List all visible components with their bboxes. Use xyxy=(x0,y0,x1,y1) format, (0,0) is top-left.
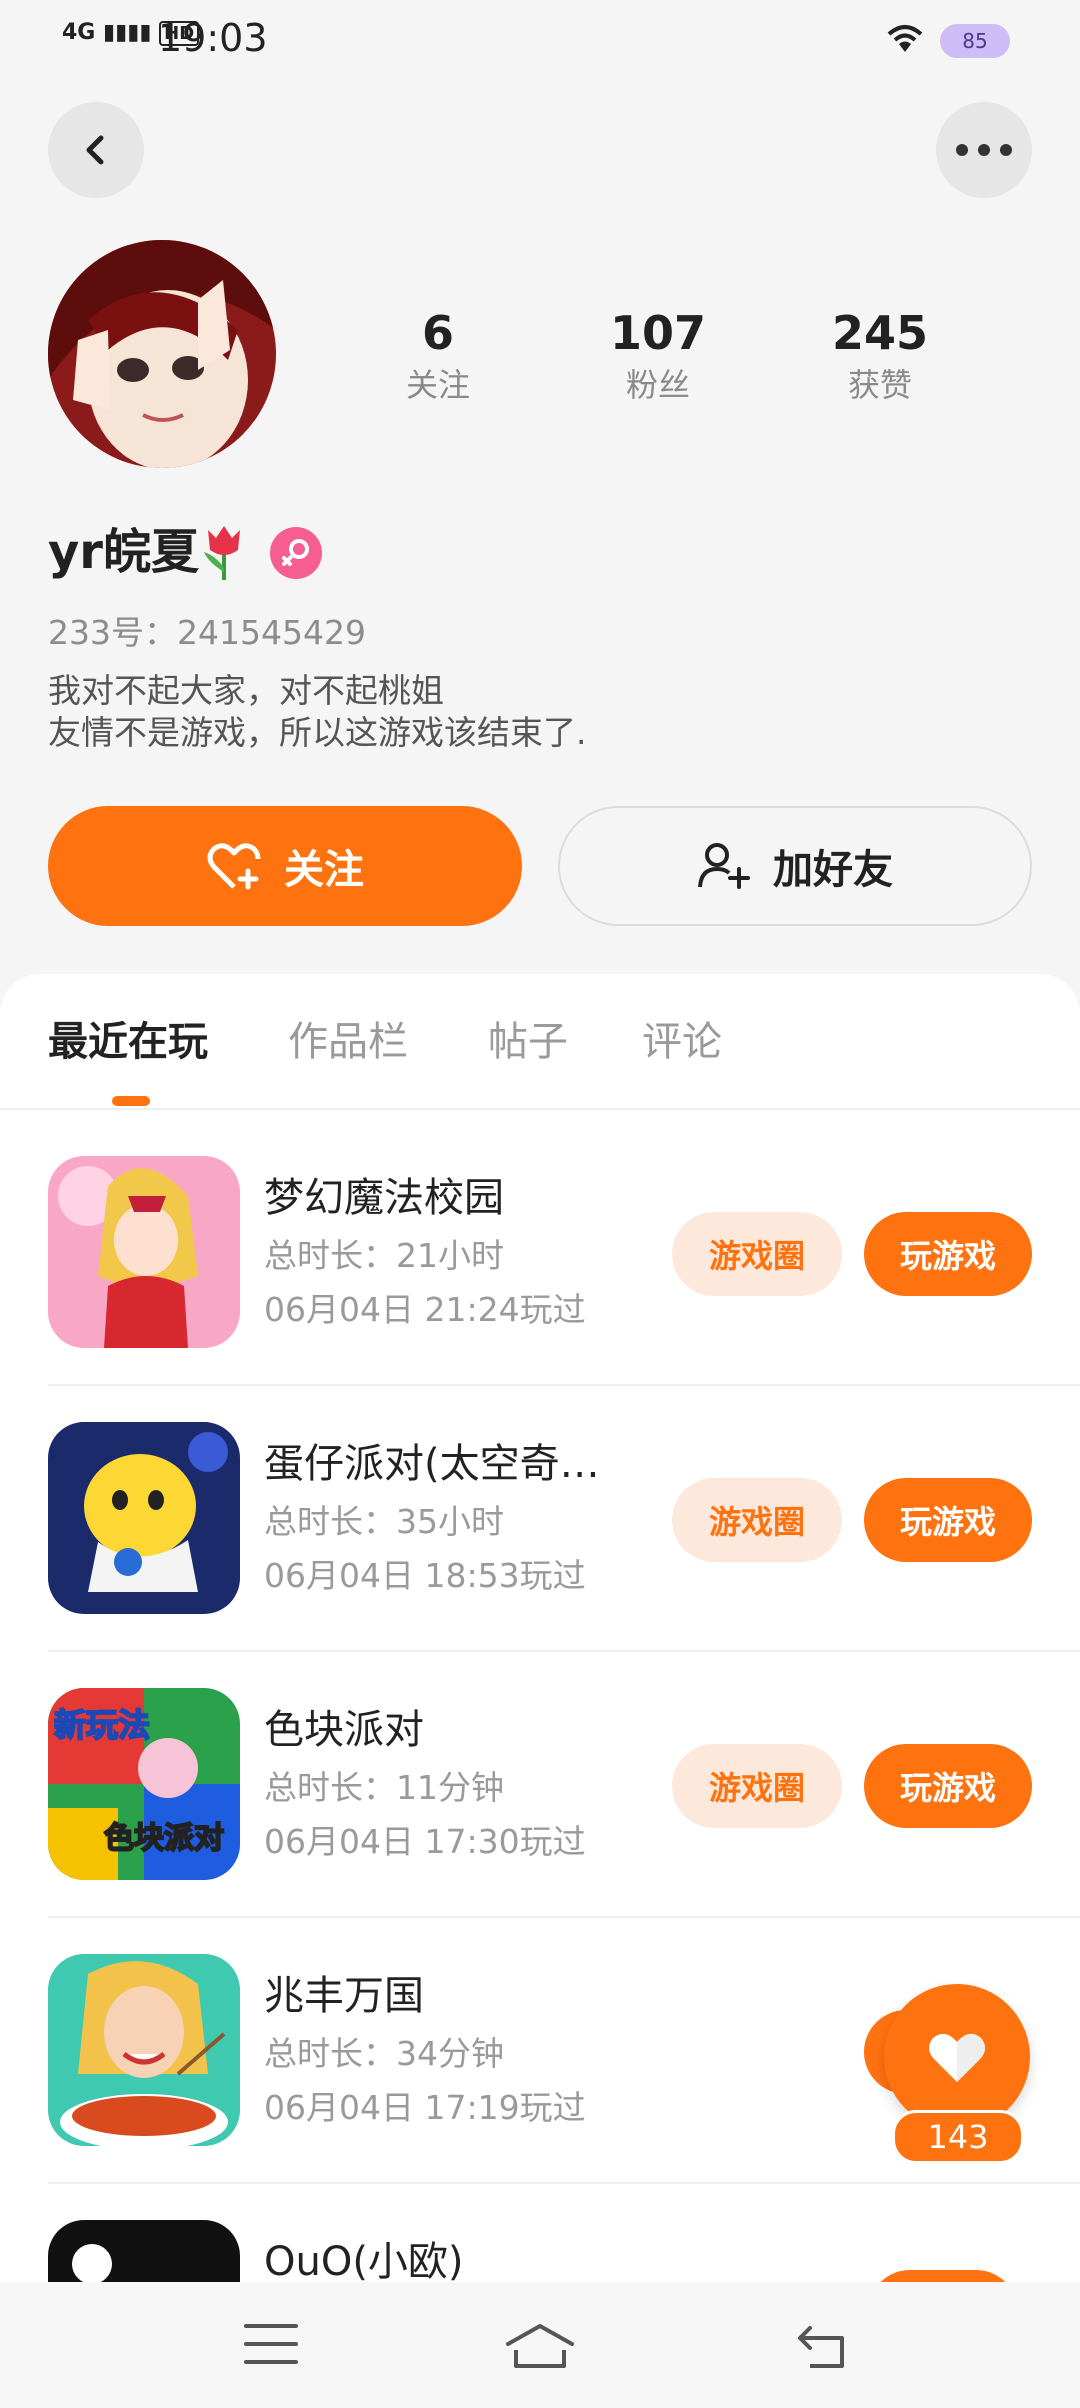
game-name: OuO(小欧) xyxy=(264,2239,464,2282)
last-played: 06月04日 18:53玩过 xyxy=(264,1556,586,1595)
battery-indicator: 85 xyxy=(940,24,1010,58)
home-icon[interactable] xyxy=(504,2322,576,2374)
tab-posts[interactable]: 帖子 xyxy=(488,1014,568,1070)
like-button[interactable] xyxy=(884,1984,1030,2130)
back-button[interactable] xyxy=(48,102,144,198)
add-friend-label: 加好友 xyxy=(773,847,893,893)
list-item[interactable]: OuO(小欧) xyxy=(48,2220,1032,2282)
back-nav-icon[interactable] xyxy=(796,2322,852,2374)
follow-label: 关注 xyxy=(284,847,364,893)
status-bar: 4G ▮▮▮▮ HD 19:03 85 xyxy=(0,0,1080,80)
wifi-icon xyxy=(885,22,925,58)
add-user-icon xyxy=(697,841,751,891)
play-game-button[interactable]: 玩游戏 xyxy=(864,1744,1032,1828)
stat-value: 245 xyxy=(831,306,929,360)
heart-icon xyxy=(929,2033,985,2082)
signal-icon: ▮▮▮▮ xyxy=(103,20,152,45)
more-icon xyxy=(956,144,1012,156)
divider xyxy=(48,1916,1080,1918)
game-icon: 新玩法 色块派对 xyxy=(48,1688,240,1880)
game-duration: 总时长：34分钟 xyxy=(264,2032,504,2076)
like-count: 143 xyxy=(892,2110,1024,2164)
last-played: 06月04日 21:24玩过 xyxy=(264,1290,586,1329)
duration-value: 11分钟 xyxy=(396,1768,504,1807)
stat-label: 粉丝 xyxy=(625,366,690,404)
user-id-value: 241545429 xyxy=(177,613,366,652)
stat-label: 获赞 xyxy=(847,366,912,404)
game-duration: 总时长：35小时 xyxy=(264,1500,504,1544)
avatar[interactable] xyxy=(48,240,276,468)
follow-button[interactable]: 关注 xyxy=(48,806,522,926)
more-options-button[interactable] xyxy=(936,102,1032,198)
game-name: 梦幻魔法校园 xyxy=(264,1175,504,1221)
bio: 我对不起大家，对不起桃姐 友情不是游戏，所以这游戏该结束了. xyxy=(48,670,587,754)
game-name: 色块派对 xyxy=(264,1707,424,1753)
tab-works[interactable]: 作品栏 xyxy=(288,1014,408,1070)
game-duration: 总时长：11分钟 xyxy=(264,1766,504,1810)
stat-followers[interactable]: 107 粉丝 xyxy=(568,305,748,407)
clock: 19:03 xyxy=(158,16,268,60)
icon-text-bottom: 色块派对 xyxy=(104,1821,224,1856)
duration-value: 21小时 xyxy=(396,1236,504,1275)
duration-value: 34分钟 xyxy=(396,2034,504,2073)
tab-indicator xyxy=(112,1096,150,1106)
last-played: 06月04日 17:30玩过 xyxy=(264,1822,586,1861)
stat-value: 107 xyxy=(609,306,707,360)
icon-text-top: 新玩法 xyxy=(54,1706,150,1744)
divider xyxy=(48,1384,1080,1386)
stat-following[interactable]: 6 关注 xyxy=(348,305,528,407)
game-circle-button[interactable]: 游戏圈 xyxy=(672,1478,842,1562)
last-played: 06月04日 17:19玩过 xyxy=(264,2088,586,2127)
game-circle-button[interactable]: 游戏圈 xyxy=(672,1744,842,1828)
game-icon xyxy=(48,2220,240,2282)
user-id: 233号：241545429 xyxy=(48,606,366,654)
add-friend-button[interactable]: 加好友 xyxy=(558,806,1032,926)
play-game-button[interactable]: 玩游戏 xyxy=(864,1212,1032,1296)
game-icon xyxy=(48,1156,240,1348)
stat-likes[interactable]: 245 获赞 xyxy=(790,305,970,407)
list-item[interactable]: 蛋仔派对(太空奇… 总时长：35小时 06月04日 18:53玩过 游戏圈 玩游… xyxy=(48,1422,1032,1686)
heart-plus-icon xyxy=(206,841,262,891)
duration-label: 总时长： xyxy=(264,1236,396,1275)
duration-value: 35小时 xyxy=(396,1502,504,1541)
duration-label: 总时长： xyxy=(264,1502,396,1541)
list-item[interactable]: 梦幻魔法校园 总时长：21小时 06月04日 21:24玩过 游戏圈 玩游戏 xyxy=(48,1156,1032,1420)
duration-label: 总时长： xyxy=(264,1768,396,1807)
tulip-emoji-icon xyxy=(198,522,250,586)
username: yr皖夏 xyxy=(48,524,199,580)
game-name: 蛋仔派对(太空奇… xyxy=(264,1441,600,1487)
play-game-button[interactable] xyxy=(868,2270,1018,2282)
list-item[interactable]: 兆丰万国 总时长：34分钟 06月04日 17:19玩过 xyxy=(48,1954,1032,2218)
stat-label: 关注 xyxy=(405,366,470,404)
tab-recently-played[interactable]: 最近在玩 xyxy=(48,1014,208,1070)
divider xyxy=(48,2182,1080,2184)
bio-line: 友情不是游戏，所以这游戏该结束了. xyxy=(48,713,587,752)
game-duration: 总时长：21小时 xyxy=(264,1234,504,1278)
divider xyxy=(48,1650,1080,1652)
stat-value: 6 xyxy=(421,306,454,360)
game-name: 兆丰万国 xyxy=(264,1973,424,2019)
game-circle-button[interactable]: 游戏圈 xyxy=(672,1212,842,1296)
bio-line: 我对不起大家，对不起桃姐 xyxy=(48,671,444,710)
duration-label: 总时长： xyxy=(264,2034,396,2073)
list-item[interactable]: 新玩法 色块派对 色块派对 总时长：11分钟 06月04日 17:30玩过 游戏… xyxy=(48,1688,1032,1952)
game-icon xyxy=(48,1422,240,1614)
chevron-left-icon xyxy=(86,135,104,165)
user-id-label: 233号： xyxy=(48,613,177,652)
female-gender-icon xyxy=(270,527,322,579)
tab-comments[interactable]: 评论 xyxy=(642,1014,722,1070)
play-game-button[interactable]: 玩游戏 xyxy=(864,1478,1032,1562)
menu-icon[interactable] xyxy=(244,2322,298,2370)
game-icon xyxy=(48,1954,240,2146)
network-type: 4G xyxy=(62,20,96,45)
